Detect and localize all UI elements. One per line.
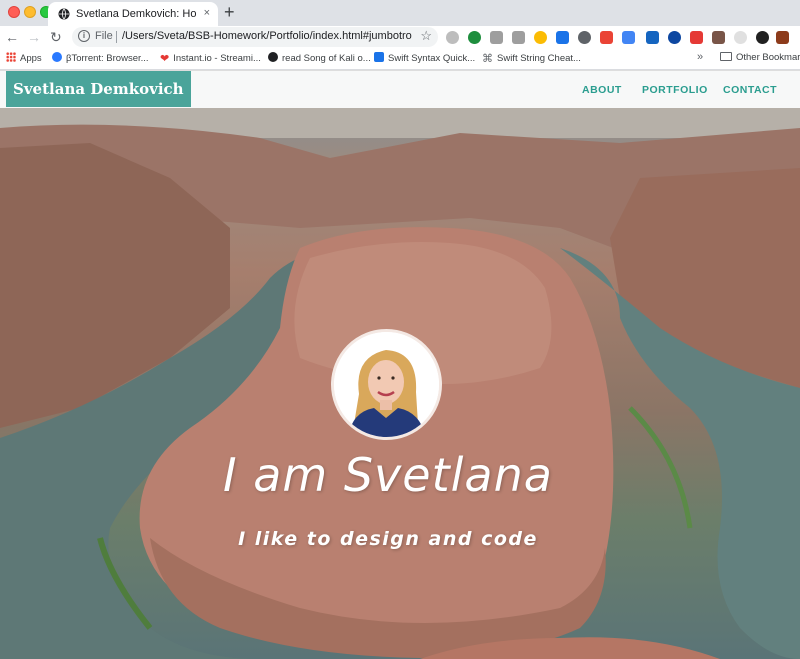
bookmark-swift-string[interactable]: ⌘ Swift String Cheat... [482, 52, 581, 66]
nav-contact[interactable]: CONTACT [723, 84, 777, 96]
portrait-image [334, 332, 439, 437]
nav-portfolio[interactable]: PORTFOLIO [642, 84, 708, 96]
extension-icon[interactable] [468, 31, 481, 44]
bookmark-swift-syntax[interactable]: Swift Syntax Quick... [374, 52, 475, 66]
extension-icon[interactable] [600, 31, 613, 44]
browser-tab[interactable]: Svetlana Demkovich: Home Page × [48, 2, 218, 26]
back-button[interactable]: ← [5, 28, 19, 46]
bookmark-btorrent[interactable]: βTorrent: Browser... [52, 52, 149, 66]
extension-icon[interactable] [622, 31, 635, 44]
extension-icon[interactable] [712, 31, 725, 44]
hero-jumbotron: I am Svetlana I like to design and code [0, 108, 800, 659]
url-text[interactable]: /Users/Sveta/BSB-Homework/Portfolio/inde… [122, 30, 412, 42]
command-icon: ⌘ [482, 53, 493, 65]
bookmarks-bar: Apps βTorrent: Browser... ❤ Instant.io - … [0, 48, 800, 70]
extension-icon[interactable] [446, 31, 459, 44]
close-window-button[interactable] [8, 6, 20, 18]
browser-toolbar: ← → ↻ i File /Users/Sveta/BSB-Homework/P… [0, 26, 800, 48]
heart-icon: ❤ [160, 53, 170, 65]
browser-tab-strip: Svetlana Demkovich: Home Page × + [0, 0, 800, 26]
folder-icon [720, 52, 732, 61]
new-tab-button[interactable]: + [224, 3, 235, 21]
address-bar[interactable]: i File /Users/Sveta/BSB-Homework/Portfol… [72, 27, 438, 47]
extension-icon[interactable] [556, 31, 569, 44]
scheme-label: File [95, 30, 113, 42]
profile-icon[interactable] [776, 31, 789, 44]
extension-icon[interactable] [578, 31, 591, 44]
forward-button[interactable]: → [27, 28, 41, 46]
site-navbar: Svetlana Demkovich ABOUT PORTFOLIO CONTA… [0, 71, 800, 108]
swift-icon [374, 52, 384, 62]
reload-button[interactable]: ↻ [50, 28, 62, 46]
bookmark-song-of-kali[interactable]: read Song of Kali o... [268, 52, 371, 66]
info-icon[interactable]: i [78, 30, 90, 42]
hero-headline: I am Svetlana [223, 448, 553, 502]
extension-icon[interactable] [690, 31, 703, 44]
nav-about[interactable]: ABOUT [582, 84, 622, 96]
more-bookmarks-icon[interactable]: » [697, 51, 703, 63]
extension-icon[interactable] [534, 31, 547, 44]
minimize-window-button[interactable] [24, 6, 36, 18]
extension-icon[interactable] [490, 31, 503, 44]
extension-icon[interactable] [756, 31, 769, 44]
site-brand[interactable]: Svetlana Demkovich [6, 71, 191, 107]
profile-photo [331, 329, 442, 440]
bookmark-apps[interactable]: Apps [6, 52, 42, 66]
btorrent-icon [52, 52, 62, 62]
extension-icon[interactable] [734, 31, 747, 44]
tab-title: Svetlana Demkovich: Home Page [76, 8, 196, 20]
close-tab-icon[interactable]: × [204, 7, 210, 19]
bookmark-instant-io[interactable]: ❤ Instant.io - Streami... [160, 52, 261, 66]
extension-icon[interactable] [668, 31, 681, 44]
extension-icon[interactable] [512, 31, 525, 44]
bookmark-star-icon[interactable]: ☆ [420, 28, 432, 44]
apps-grid-icon [6, 52, 16, 62]
extension-icon[interactable] [646, 31, 659, 44]
divider [116, 31, 117, 43]
page-viewport: Svetlana Demkovich ABOUT PORTFOLIO CONTA… [0, 71, 800, 659]
other-bookmarks[interactable]: Other Bookmarks [720, 52, 800, 66]
hero-subline: I like to design and code [238, 528, 538, 550]
globe-icon [58, 8, 70, 20]
globe-icon [268, 52, 278, 62]
